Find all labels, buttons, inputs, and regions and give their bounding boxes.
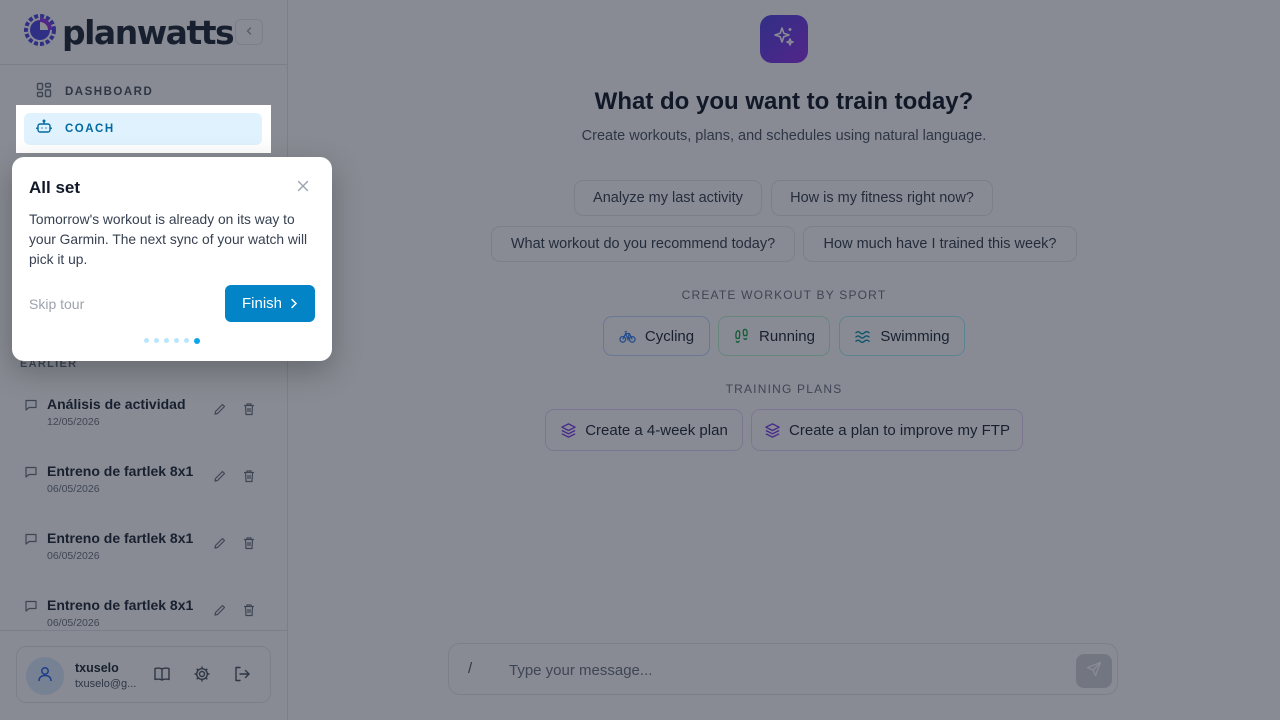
conversation-date: 06/05/2026	[47, 617, 100, 629]
trash-icon[interactable]	[242, 402, 256, 421]
conversation-date: 06/05/2026	[47, 550, 100, 562]
tour-title: All set	[29, 178, 81, 197]
suggestion-chip[interactable]: How is my fitness right now?	[771, 180, 993, 216]
trash-icon[interactable]	[242, 603, 256, 622]
plan-button-4-week[interactable]: Create a 4-week plan	[545, 409, 743, 451]
suggestion-chip[interactable]: Analyze my last activity	[574, 180, 762, 216]
sport-label: Running	[759, 327, 815, 345]
conversation-item[interactable]: Entreno de fartlek 8x1 06/05/2026	[24, 530, 264, 582]
message-icon	[24, 398, 38, 417]
sport-button-running[interactable]: Running	[718, 316, 830, 356]
footprints-icon	[733, 328, 750, 345]
sport-button-swimming[interactable]: Swimming	[839, 316, 965, 356]
plan-label: Create a plan to improve my FTP	[789, 421, 1010, 439]
step-dot	[174, 338, 179, 343]
main-panel: What do you want to train today? Create …	[288, 0, 1280, 720]
chevron-right-icon	[290, 298, 298, 309]
suggestion-chip[interactable]: What workout do you recommend today?	[491, 226, 795, 262]
conversation-title: Análisis de actividad	[47, 396, 186, 412]
conversation-title: Entreno de fartlek 8x1	[47, 463, 194, 479]
tour-body: Tomorrow's workout is already on its way…	[29, 212, 308, 267]
message-input[interactable]	[509, 658, 1049, 682]
section-label-sport: CREATE WORKOUT BY SPORT	[681, 288, 887, 302]
close-icon[interactable]	[295, 178, 311, 194]
send-icon	[1086, 661, 1102, 682]
step-dot	[164, 338, 169, 343]
send-button[interactable]	[1076, 654, 1112, 688]
message-icon	[24, 465, 38, 484]
message-composer: /	[448, 643, 1118, 695]
bot-icon	[36, 119, 52, 140]
sport-button-cycling[interactable]: Cycling	[603, 316, 710, 356]
conversation-item[interactable]: Entreno de fartlek 8x1 06/05/2026	[24, 597, 264, 649]
layers-icon	[764, 422, 781, 439]
waves-icon	[854, 328, 871, 345]
grid-icon	[36, 82, 52, 103]
step-dot	[144, 338, 149, 343]
planwatts-logo-icon	[24, 13, 56, 51]
nav-item-coach[interactable]: COACH	[24, 113, 262, 145]
nav-item-dashboard[interactable]: DASHBOARD	[24, 76, 262, 108]
book-icon[interactable]	[153, 665, 171, 688]
tour-progress-dots	[144, 337, 205, 344]
skip-tour-link[interactable]: Skip tour	[29, 296, 84, 312]
step-dot-active	[194, 337, 200, 344]
page-subtitle: Create workouts, plans, and schedules us…	[581, 128, 987, 144]
slash-command-hint[interactable]: /	[468, 660, 472, 677]
conversation-date: 06/05/2026	[47, 483, 100, 495]
user-icon	[36, 665, 54, 688]
step-dot	[184, 338, 189, 343]
edit-icon[interactable]	[213, 402, 227, 421]
user-card: txuselo txuselo@g...	[16, 646, 271, 703]
message-icon	[24, 599, 38, 618]
conversation-item[interactable]: Análisis de actividad 12/05/2026	[24, 396, 264, 448]
message-icon	[24, 532, 38, 551]
conversation-title: Entreno de fartlek 8x1	[47, 597, 194, 613]
nav-item-label: COACH	[65, 123, 115, 135]
logout-icon[interactable]	[233, 665, 251, 688]
chevron-left-icon	[244, 23, 254, 41]
bike-icon	[619, 328, 636, 345]
trash-icon[interactable]	[242, 536, 256, 555]
suggestion-chip[interactable]: How much have I trained this week?	[803, 226, 1077, 262]
edit-icon[interactable]	[213, 536, 227, 555]
user-name: txuselo	[75, 661, 119, 675]
edit-icon[interactable]	[213, 603, 227, 622]
conversation-title: Entreno de fartlek 8x1	[47, 530, 194, 546]
sport-label: Swimming	[880, 327, 950, 345]
conversation-date: 12/05/2026	[47, 416, 100, 428]
sidebar-bottom-divider	[0, 630, 288, 631]
section-label-plans: TRAINING PLANS	[725, 382, 843, 396]
brand-name: planwatts	[62, 12, 235, 52]
sport-label: Cycling	[644, 327, 695, 345]
gear-icon[interactable]	[193, 665, 211, 688]
collapse-sidebar-button[interactable]	[235, 19, 263, 45]
edit-icon[interactable]	[213, 469, 227, 488]
brand[interactable]: planwatts	[24, 12, 235, 52]
sparkles-icon	[772, 25, 796, 54]
tour-popover: All set Tomorrow's workout is already on…	[12, 157, 332, 361]
step-dot	[154, 338, 159, 343]
finish-label: Finish	[241, 295, 282, 312]
finish-button[interactable]: Finish	[225, 285, 315, 322]
trash-icon[interactable]	[242, 469, 256, 488]
user-email: txuselo@g...	[75, 678, 137, 690]
page-title: What do you want to train today?	[594, 88, 974, 115]
avatar[interactable]	[26, 657, 64, 695]
ai-badge	[760, 15, 808, 63]
plan-label: Create a 4-week plan	[585, 421, 728, 439]
nav-item-label: DASHBOARD	[65, 86, 154, 98]
sidebar-divider	[0, 64, 288, 65]
layers-icon	[560, 422, 577, 439]
plan-button-ftp[interactable]: Create a plan to improve my FTP	[751, 409, 1023, 451]
conversation-item[interactable]: Entreno de fartlek 8x1 06/05/2026	[24, 463, 264, 515]
